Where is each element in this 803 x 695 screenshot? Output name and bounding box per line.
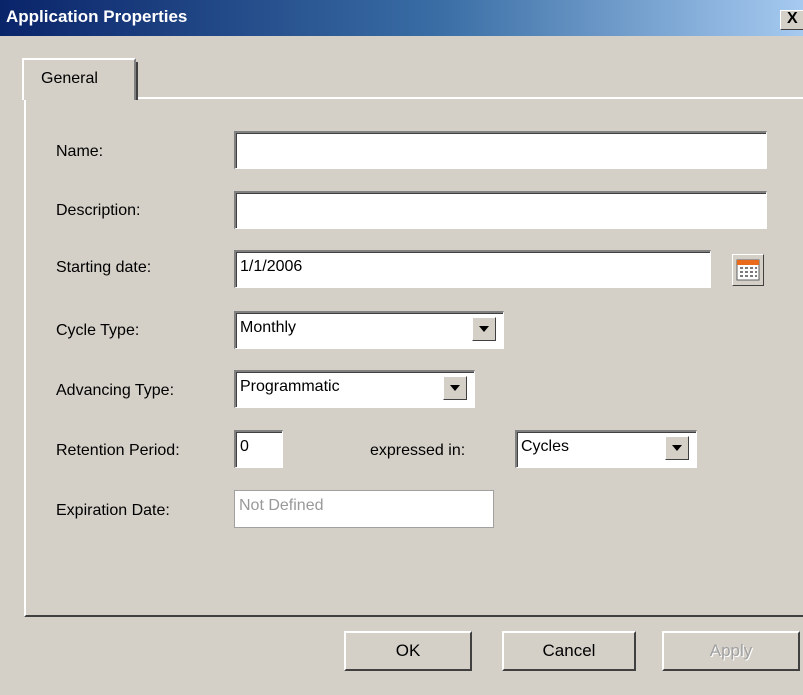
cancel-button[interactable]: Cancel: [502, 631, 636, 671]
close-icon: X: [787, 10, 798, 27]
tab-general[interactable]: General: [22, 58, 136, 100]
application-properties-dialog: Application Properties X General Name: D…: [0, 0, 803, 695]
title-bar[interactable]: Application Properties X: [0, 0, 803, 36]
window-title: Application Properties: [6, 7, 188, 26]
tab-general-label: General: [41, 70, 98, 87]
general-panel: [24, 97, 803, 617]
close-button[interactable]: X: [780, 10, 803, 30]
tab-divider: [136, 62, 138, 100]
apply-button: Apply: [662, 631, 800, 671]
ok-button[interactable]: OK: [344, 631, 472, 671]
